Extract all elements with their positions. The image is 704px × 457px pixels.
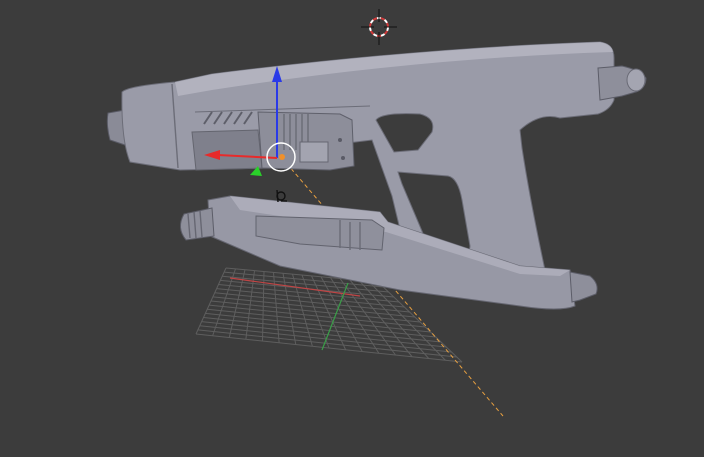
grid-line bbox=[195, 333, 463, 363]
3d-cursor bbox=[361, 9, 397, 45]
screw-2 bbox=[341, 156, 345, 160]
grid-line bbox=[209, 304, 426, 328]
lower-end-cap bbox=[569, 271, 598, 303]
blaster-pistol-mesh[interactable] bbox=[106, 41, 647, 310]
side-recess bbox=[191, 129, 263, 171]
3d-viewport[interactable] bbox=[0, 0, 704, 457]
cylinder-lower bbox=[299, 141, 329, 163]
screw-1 bbox=[338, 138, 342, 142]
grid-line bbox=[197, 329, 457, 358]
grid-line bbox=[210, 300, 421, 323]
viewport-scene[interactable] bbox=[0, 0, 704, 457]
muzzle-right-tip bbox=[626, 68, 646, 92]
selection-origin bbox=[279, 154, 285, 160]
front-rod bbox=[180, 207, 215, 241]
lamp-icon[interactable] bbox=[276, 189, 287, 203]
grid-line bbox=[207, 308, 431, 333]
